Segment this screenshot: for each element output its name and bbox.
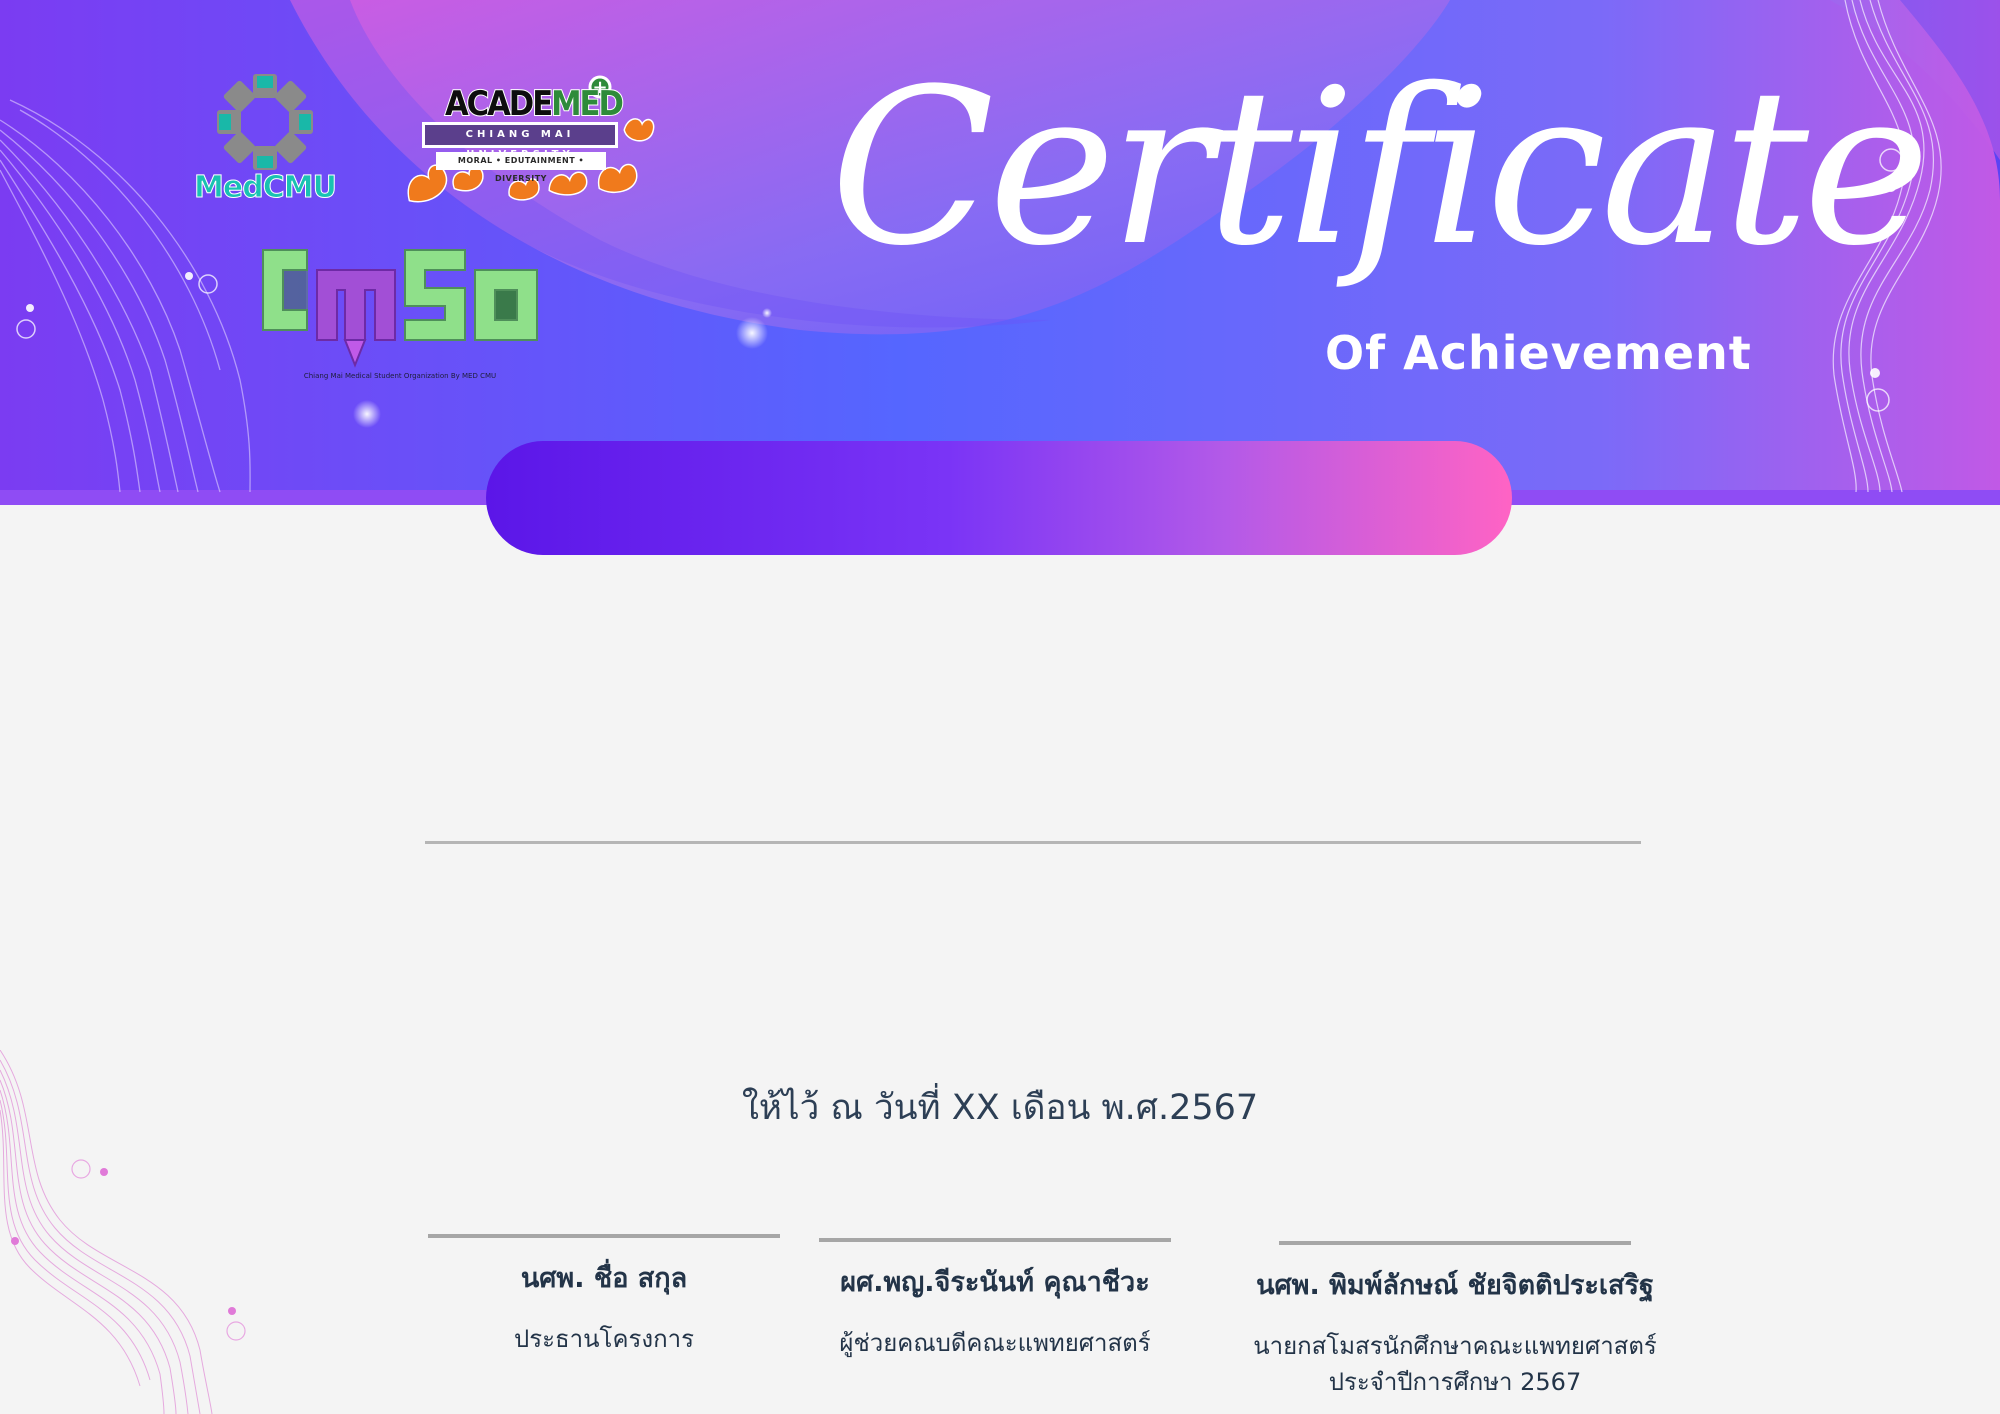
medcmu-logo: MedCMU <box>190 70 340 210</box>
signatory-role-line2: ประจำปีการศึกษา 2567 <box>1328 1368 1582 1396</box>
signatory-role: ผู้ช่วยคณบดีคณะแพทยศาสตร์ <box>839 1329 1151 1357</box>
certificate-subtitle: Of Achievement <box>1325 326 1752 380</box>
cmso-caption: Chiang Mai Medical Student Organization … <box>303 372 497 380</box>
certificate-title: Certificate <box>830 42 1930 293</box>
signatory-role-line1: นายกสโมสรนักศึกษาคณะแพทยศาสตร์ <box>1253 1332 1657 1360</box>
signatory-2: ผศ.พญ.จีระนันท์ คุณาชีวะ ผู้ช่วยคณบดีคณะ… <box>795 1238 1195 1361</box>
signatory-3: นศพ. พิมพ์ลักษณ์ ชัยจิตติประเสริฐ นายกสโ… <box>1245 1241 1665 1400</box>
academed-wordmark-part2: MED <box>550 83 625 125</box>
academed-wordmark-part1: ACADE <box>444 83 554 125</box>
academed-logo: + ACADEMED CHIANG MAI UNIVERSITY MORAL •… <box>400 70 660 210</box>
signatory-name: นศพ. พิมพ์ลักษณ์ ชัยจิตติประเสริฐ <box>1256 1270 1654 1301</box>
recipient-name-line <box>425 841 1641 844</box>
signature-line <box>428 1234 780 1238</box>
signatory-1: นศพ. ชื่อ สกุล ประธานโครงการ <box>404 1234 804 1357</box>
academed-university-bar: CHIANG MAI UNIVERSITY <box>422 122 618 160</box>
academed-wordmark: ACADEMED <box>444 83 625 125</box>
academed-tagline: MORAL • EDUTAINMENT • DIVERSITY <box>436 152 606 183</box>
corner-wave-decoration <box>0 1050 246 1414</box>
signature-line <box>1279 1241 1631 1245</box>
issue-date-text: ให้ไว้ ณ วันที่ XX เดือน พ.ศ.2567 <box>741 1088 1259 1128</box>
signatory-role: นายกสโมสรนักศึกษาคณะแพทยศาสตร์ ประจำปีกา… <box>1245 1328 1665 1400</box>
signatory-name: นศพ. ชื่อ สกุล <box>520 1263 688 1294</box>
medcmu-wordmark: MedCMU <box>194 170 338 206</box>
medcmu-emblem-icon <box>217 74 313 170</box>
cmso-wordmark-graphic <box>262 249 538 368</box>
signature-line <box>819 1238 1171 1242</box>
recipient-name-banner <box>486 441 1512 555</box>
cmso-logo: Chiang Mai Medical Student Organization … <box>255 240 545 390</box>
signatory-name: ผศ.พญ.จีระนันท์ คุณาชีวะ <box>840 1267 1150 1298</box>
signatory-role: ประธานโครงการ <box>514 1325 694 1353</box>
